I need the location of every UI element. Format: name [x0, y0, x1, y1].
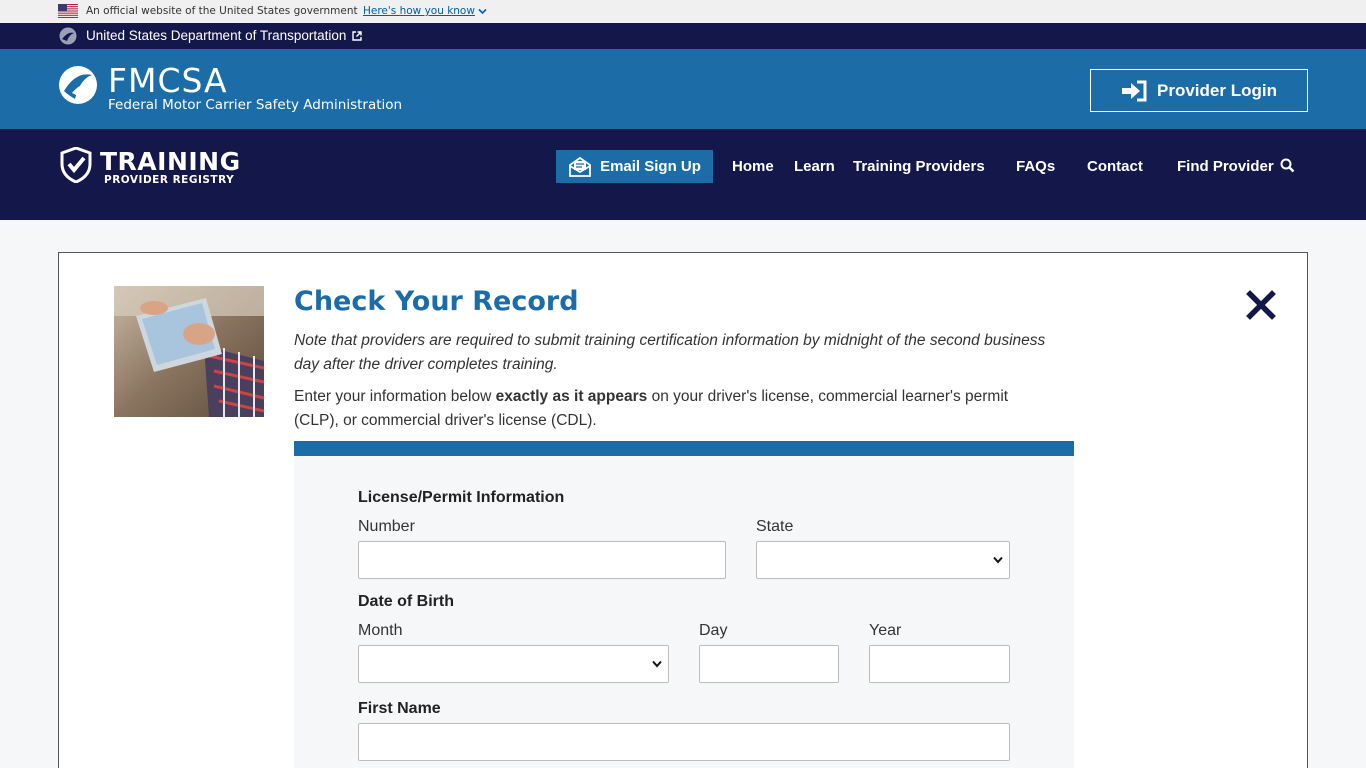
- training-provider-registry-logo[interactable]: TRAINING PROVIDER REGISTRY: [60, 147, 240, 187]
- license-heading: License/Permit Information: [358, 489, 565, 506]
- nav-find-provider-label: Find Provider: [1177, 158, 1274, 175]
- number-label: Number: [358, 518, 415, 535]
- fmcsa-subtitle: Federal Motor Carrier Safety Administrat…: [108, 97, 403, 113]
- email-signup-button[interactable]: Email Sign Up: [556, 150, 713, 183]
- main-nav: TRAINING PROVIDER REGISTRY Email Sign Up…: [0, 129, 1366, 220]
- envelope-icon: [569, 156, 591, 177]
- form-header-bar: [294, 441, 1074, 456]
- year-input[interactable]: [869, 645, 1010, 683]
- search-icon: [1280, 158, 1295, 173]
- dot-link[interactable]: United States Department of Transportati…: [86, 28, 363, 43]
- record-form: License/Permit Information Number State …: [294, 456, 1074, 768]
- us-flag-icon: [58, 4, 78, 18]
- nav-contact[interactable]: Contact: [1087, 158, 1143, 175]
- email-signup-label: Email Sign Up: [600, 158, 701, 175]
- sign-in-icon: [1122, 80, 1147, 101]
- license-number-input[interactable]: [358, 541, 726, 579]
- dot-link-label: United States Department of Transportati…: [86, 28, 347, 43]
- chevron-down-icon: [993, 556, 1003, 564]
- fmcsa-title: FMCSA: [108, 61, 228, 100]
- heres-how-you-know-link[interactable]: Here's how you know: [363, 5, 487, 17]
- nav-home[interactable]: Home: [732, 158, 774, 175]
- day-label: Day: [699, 622, 728, 639]
- gov-banner-text: An official website of the United States…: [86, 5, 487, 17]
- state-label: State: [756, 518, 794, 535]
- first-name-input[interactable]: [358, 723, 1010, 761]
- instructions-text: Enter your information below exactly as …: [294, 385, 1054, 433]
- month-select[interactable]: [358, 645, 669, 683]
- gov-banner: An official website of the United States…: [0, 0, 1366, 23]
- state-select[interactable]: [756, 541, 1010, 579]
- dot-logo-icon: [59, 27, 77, 45]
- nav-learn[interactable]: Learn: [794, 158, 835, 175]
- day-input[interactable]: [699, 645, 839, 683]
- instructions-part-1: Enter your information below: [294, 388, 496, 405]
- logo-training-text: TRAINING: [100, 147, 241, 176]
- shield-check-icon: [60, 147, 92, 183]
- check-record-card: Check Your Record Note that providers ar…: [58, 252, 1308, 768]
- provider-login-label: Provider Login: [1157, 80, 1277, 100]
- heres-how-you-know-label: Here's how you know: [362, 5, 475, 17]
- instructions-emphasis: exactly as it appears: [495, 388, 648, 405]
- dob-heading: Date of Birth: [358, 593, 454, 610]
- provider-login-button[interactable]: Provider Login: [1090, 69, 1308, 112]
- fmcsa-header: FMCSA Federal Motor Carrier Safety Admin…: [0, 49, 1366, 129]
- nav-faqs[interactable]: FAQs: [1016, 158, 1055, 175]
- dot-bar: United States Department of Transportati…: [0, 23, 1366, 49]
- close-icon[interactable]: [1246, 290, 1276, 320]
- first-name-label: First Name: [358, 700, 441, 717]
- nav-find-provider[interactable]: Find Provider: [1177, 158, 1295, 175]
- tablet-photo: [114, 286, 264, 417]
- logo-registry-text: PROVIDER REGISTRY: [104, 174, 235, 186]
- page-title: Check Your Record: [294, 286, 579, 317]
- submission-note: Note that providers are required to subm…: [294, 332, 1046, 373]
- chevron-down-icon: [652, 660, 662, 668]
- month-label: Month: [358, 622, 403, 639]
- nav-training-providers[interactable]: Training Providers: [853, 158, 985, 175]
- external-link-icon: [352, 31, 363, 41]
- tablet-photo-image: [114, 286, 264, 417]
- chevron-down-icon: [478, 8, 487, 15]
- fmcsa-logo-icon[interactable]: [58, 65, 98, 105]
- official-website-text: An official website of the United States…: [86, 5, 358, 17]
- year-label: Year: [869, 622, 902, 639]
